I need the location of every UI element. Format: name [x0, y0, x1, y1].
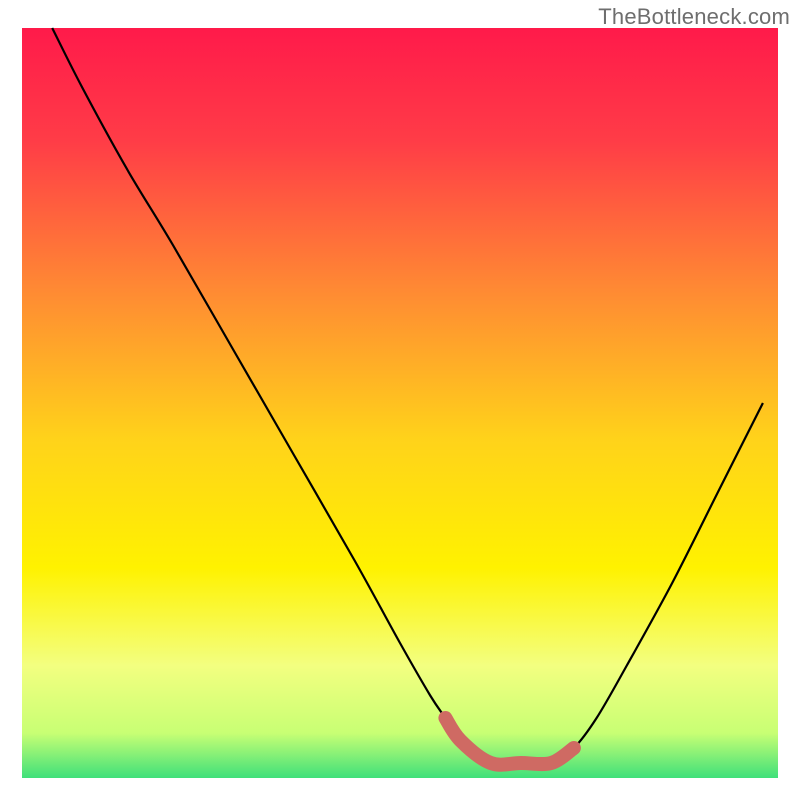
attribution-label: TheBottleneck.com [598, 4, 790, 30]
chart-background [22, 28, 778, 778]
bottleneck-chart: TheBottleneck.com [0, 0, 800, 800]
chart-svg [0, 0, 800, 800]
